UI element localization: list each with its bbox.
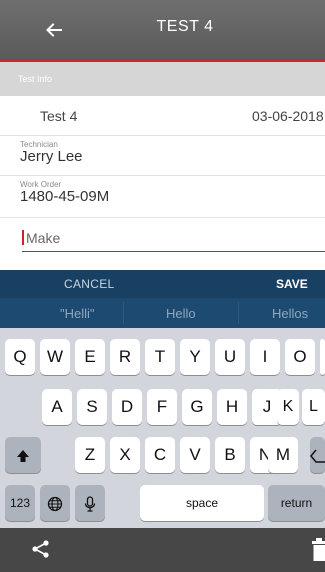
key-s[interactable]: S <box>77 389 107 425</box>
work-order-field[interactable]: Work Order 1480-45-09M <box>0 176 325 218</box>
microphone-icon <box>84 495 96 512</box>
page-title: TEST 4 <box>156 18 214 35</box>
suggestion-item[interactable]: Hellos <box>272 306 308 321</box>
key-c[interactable]: C <box>145 437 175 473</box>
key-x[interactable]: X <box>110 437 140 473</box>
technician-field[interactable]: Technician Jerry Lee <box>0 136 325 176</box>
bottom-nav-bar <box>0 528 325 572</box>
share-button[interactable] <box>30 538 54 562</box>
key-q[interactable]: Q <box>5 339 35 375</box>
keyboard-action-bar: CANCEL SAVE <box>0 270 325 298</box>
share-icon <box>32 540 49 558</box>
cancel-button[interactable]: CANCEL <box>64 277 114 291</box>
key-p[interactable]: P <box>320 339 325 375</box>
key-e[interactable]: E <box>75 339 105 375</box>
shift-key[interactable] <box>5 437 41 473</box>
trash-icon <box>312 538 325 561</box>
shift-arrow-icon <box>17 449 29 462</box>
key-d[interactable]: D <box>112 389 142 425</box>
key-m[interactable]: M <box>268 437 298 473</box>
numbers-key[interactable]: 123 <box>5 485 35 521</box>
key-b[interactable]: B <box>215 437 245 473</box>
suggestion-item[interactable]: "Helli" <box>60 306 95 321</box>
key-y[interactable]: Y <box>180 339 210 375</box>
suggestion-bar: "Helli" Hello Hellos <box>0 298 325 328</box>
key-z[interactable]: Z <box>75 437 105 473</box>
return-key[interactable]: return <box>268 485 325 521</box>
technician-value: Jerry Lee <box>20 148 83 165</box>
text-cursor <box>22 230 24 245</box>
section-header: Test Info <box>0 62 325 96</box>
suggestion-divider <box>123 302 124 324</box>
key-v[interactable]: V <box>180 437 210 473</box>
key-r[interactable]: R <box>110 339 140 375</box>
key-a[interactable]: A <box>42 389 72 425</box>
delete-button[interactable] <box>312 537 325 563</box>
test-date: 03-06-2018 <box>252 108 324 124</box>
test-info-row: Test 4 03-06-2018 <box>0 96 325 136</box>
key-k[interactable]: K <box>277 389 299 425</box>
key-f[interactable]: F <box>147 389 177 425</box>
backspace-icon <box>310 449 325 463</box>
key-g[interactable]: G <box>182 389 212 425</box>
suggestion-item[interactable]: Hello <box>166 306 196 321</box>
globe-icon <box>47 496 63 511</box>
app-header: TEST 4 <box>0 0 325 62</box>
backspace-key[interactable] <box>310 437 325 473</box>
work-order-value: 1480-45-09M <box>20 188 110 205</box>
key-t[interactable]: T <box>145 339 175 375</box>
make-placeholder: Make <box>26 230 61 246</box>
key-w[interactable]: W <box>40 339 70 375</box>
key-o[interactable]: O <box>285 339 315 375</box>
keyboard: Q W E R T Y U I O P A S D F G H J K L Z … <box>0 328 325 528</box>
key-l[interactable]: L <box>302 389 325 425</box>
globe-key[interactable] <box>40 485 70 521</box>
suggestion-divider <box>238 302 239 324</box>
space-key[interactable]: space <box>140 485 264 521</box>
mic-key[interactable] <box>75 485 105 521</box>
test-name: Test 4 <box>40 108 78 124</box>
key-u[interactable]: U <box>215 339 245 375</box>
key-i[interactable]: I <box>250 339 280 375</box>
key-h[interactable]: H <box>217 389 247 425</box>
make-input[interactable]: Make <box>22 226 325 252</box>
save-button[interactable]: SAVE <box>276 277 308 291</box>
